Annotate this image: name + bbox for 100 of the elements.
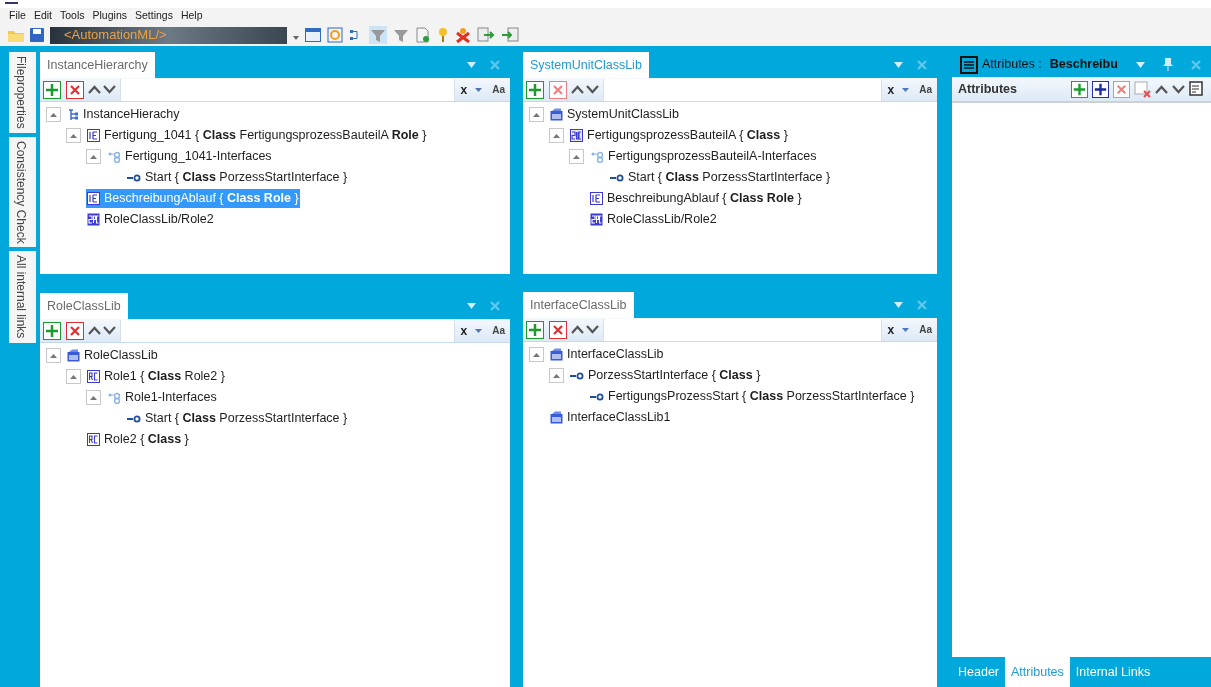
down-icon[interactable] (586, 85, 599, 94)
down-icon[interactable] (103, 85, 116, 94)
expander-toggle[interactable] (86, 390, 101, 405)
caret-icon (573, 154, 580, 159)
dropdown-icon[interactable] (467, 62, 476, 68)
up-icon[interactable] (1155, 84, 1168, 94)
tree-item[interactable]: Start { Class PorzessStartInterface } (126, 168, 349, 187)
clear-filter-button[interactable]: x (460, 321, 468, 340)
dropdown-icon[interactable] (902, 327, 910, 332)
dropdown-icon[interactable] (894, 62, 903, 68)
tree-item[interactable]: FertigungsprozessBauteilA { Class } (569, 126, 789, 145)
tree-item[interactable]: SystemUnitClassLib (549, 105, 680, 124)
delete-icon[interactable] (66, 321, 84, 340)
clear-filter-button[interactable]: x (887, 80, 895, 99)
menu-item[interactable]: Settings (135, 8, 173, 24)
down-icon[interactable] (103, 326, 116, 335)
tree-item[interactable]: InstanceHierachy (66, 105, 181, 124)
save-icon[interactable] (30, 28, 44, 42)
tree-item[interactable]: Start { Class PorzessStartInterface } (609, 168, 832, 187)
expander-toggle[interactable] (86, 149, 101, 164)
clear-list-icon[interactable] (1134, 80, 1151, 98)
tree-item[interactable]: InterfaceClassLib1 (549, 408, 672, 427)
tree-item[interactable]: Role2 { Class } (86, 430, 190, 449)
filter-icon[interactable] (393, 27, 409, 43)
delete-icon[interactable] (66, 80, 84, 99)
system-unit-icon (570, 129, 583, 142)
filter-field[interactable] (120, 78, 455, 101)
tree-item[interactable]: FertigungsProzessStart { Class PorzessStartInterface } (589, 387, 916, 406)
document-check-icon[interactable] (415, 27, 431, 43)
delete-icon[interactable] (549, 320, 567, 339)
up-icon[interactable] (571, 85, 584, 94)
side-tab[interactable]: Consistency Check (9, 136, 36, 248)
tree-item[interactable]: RoleClassLib/Role2 (589, 210, 718, 229)
dropdown-icon[interactable] (475, 87, 483, 92)
dropdown-icon[interactable] (902, 87, 910, 92)
expander-toggle[interactable] (549, 128, 564, 143)
tree-item[interactable]: Fertigung_1041 { Class FertigungsprozessBauteilA Role } (86, 126, 428, 145)
menu-item[interactable]: Plugins (92, 8, 127, 24)
expander-toggle[interactable] (549, 368, 564, 383)
tree-item[interactable]: Role1-Interfaces (106, 388, 218, 407)
clear-filter-button[interactable]: x (460, 80, 468, 99)
tree-item[interactable]: Fertigung_1041-Interfaces (106, 147, 273, 166)
export-icon[interactable] (477, 27, 495, 43)
dropdown-icon[interactable] (894, 302, 903, 308)
expander-toggle[interactable] (569, 149, 584, 164)
expander-toggle[interactable] (529, 107, 544, 122)
expander-toggle[interactable] (46, 348, 61, 363)
import-icon[interactable] (501, 27, 519, 43)
caret-icon (90, 395, 97, 400)
tree-item[interactable]: FertigungsprozessBauteilA-Interfaces (589, 147, 818, 166)
panel-title: Attributes : (982, 56, 1042, 74)
pin-icon[interactable] (1163, 58, 1173, 71)
match-case-button[interactable]: Aa (919, 82, 932, 97)
tree-item[interactable]: RoleClassLib/Role2 (86, 210, 215, 229)
menu-item[interactable]: Tools (60, 8, 85, 24)
remove-person-icon[interactable] (455, 27, 471, 43)
panel-tab[interactable]: InterfaceClassLib (523, 292, 634, 318)
down-icon[interactable] (1172, 84, 1185, 94)
tree-item[interactable]: PorzessStartInterface { Class } (569, 366, 762, 385)
caret-icon (50, 353, 57, 358)
tree-item[interactable]: Role1 { Class Role2 } (86, 367, 226, 386)
filter-field[interactable] (603, 318, 882, 341)
caret-icon (553, 373, 560, 378)
fit-icon[interactable] (327, 27, 343, 43)
menu-item[interactable]: Help (180, 8, 203, 24)
menu-item[interactable]: Edit (33, 8, 52, 24)
caret-icon (70, 133, 77, 138)
side-tab[interactable]: All internal links (9, 251, 36, 343)
up-icon[interactable] (571, 325, 584, 334)
expander-toggle[interactable] (46, 107, 61, 122)
filter-field[interactable] (120, 319, 455, 342)
match-case-button[interactable]: Aa (492, 82, 505, 97)
dropdown-icon[interactable] (1136, 61, 1145, 68)
dropdown-icon[interactable] (467, 303, 476, 309)
dropdown-icon[interactable] (475, 328, 483, 333)
up-icon[interactable] (88, 326, 101, 335)
up-icon[interactable] (88, 85, 101, 94)
tree-item[interactable]: RoleClassLib (66, 346, 159, 365)
clear-filter-button[interactable]: x (887, 320, 895, 339)
filter-field[interactable] (603, 78, 882, 101)
menu-item[interactable]: File (9, 8, 26, 24)
expander-toggle[interactable] (66, 369, 81, 384)
expander-toggle[interactable] (529, 347, 544, 362)
window-icon[interactable] (305, 28, 321, 42)
match-case-button[interactable]: Aa (492, 323, 505, 338)
add-icon[interactable] (1092, 80, 1109, 98)
panel-tab[interactable]: InstanceHierarchy (40, 52, 155, 78)
filter-icon[interactable] (369, 26, 387, 44)
tree-item[interactable]: InterfaceClassLib (549, 345, 665, 364)
panel-tab[interactable]: RoleClassLib (40, 293, 128, 319)
down-icon[interactable] (586, 325, 599, 334)
tree-item[interactable]: Start { Class PorzessStartInterface } (126, 409, 349, 428)
side-tab[interactable]: Fileproperties (9, 52, 36, 133)
pin-icon[interactable] (437, 27, 449, 43)
match-case-button[interactable]: Aa (919, 322, 932, 337)
list-icon (960, 55, 978, 74)
edit-icon[interactable] (1189, 81, 1205, 97)
tree-item[interactable]: BeschreibungAblauf { Class Role } (589, 189, 803, 208)
expander-toggle[interactable] (66, 128, 81, 143)
overflow-icon[interactable] (293, 36, 299, 42)
